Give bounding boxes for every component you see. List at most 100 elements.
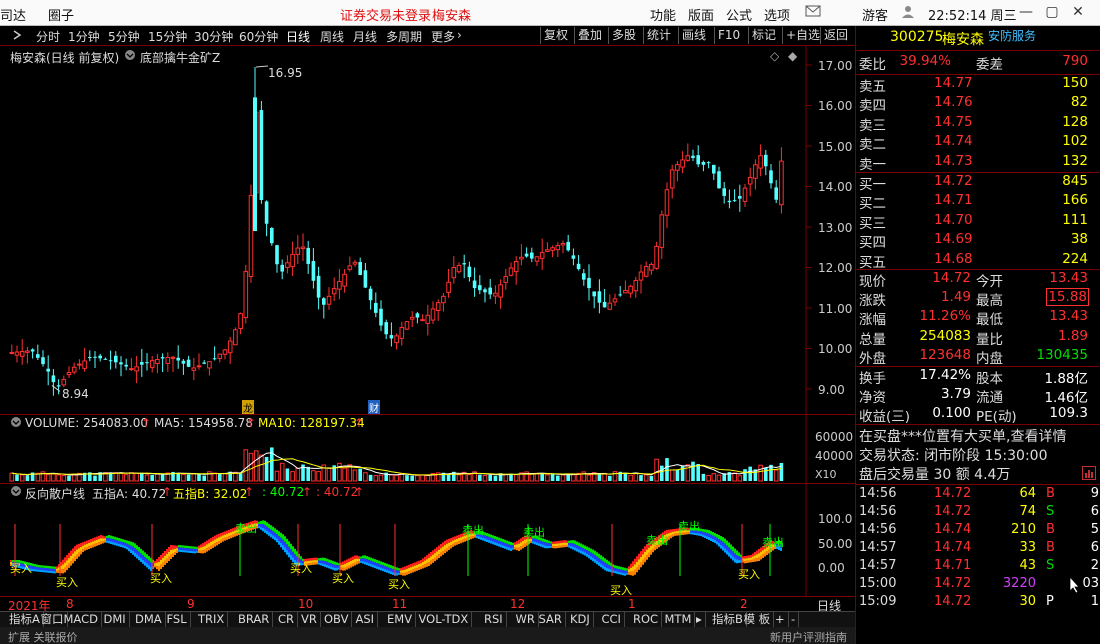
wave-band bbox=[606, 559, 608, 564]
indicator-tab[interactable]: FSL bbox=[164, 612, 191, 628]
minimize-button[interactable]: — bbox=[1014, 2, 1038, 22]
indicator-tab[interactable]: VR bbox=[298, 612, 321, 628]
user-icon[interactable] bbox=[901, 4, 915, 22]
menu-layout[interactable]: 版面 bbox=[688, 5, 714, 24]
indicator-tab[interactable]: + bbox=[772, 612, 789, 628]
volume-dropdown-icon[interactable] bbox=[10, 416, 22, 431]
ask-row[interactable]: 卖五 14.77 150 bbox=[856, 75, 1100, 95]
menu-options[interactable]: 选项 bbox=[764, 5, 790, 24]
wave-band bbox=[204, 541, 206, 546]
ask-row[interactable]: 卖一 14.73 132 bbox=[856, 153, 1100, 173]
period-more[interactable]: 更多 bbox=[431, 28, 455, 45]
menu-function[interactable]: 功能 bbox=[650, 5, 676, 24]
indicator-tab[interactable]: TRIX bbox=[195, 612, 229, 628]
finance-marker[interactable]: 财 bbox=[368, 400, 380, 415]
period-60min[interactable]: 60分钟 bbox=[239, 28, 278, 45]
bid-row[interactable]: 买四 14.69 38 bbox=[856, 231, 1100, 251]
big-order-notice[interactable]: 在买盘***位置有大买单,查看详情 bbox=[859, 426, 1066, 446]
back-button[interactable]: 返回 bbox=[820, 27, 851, 44]
login-notice[interactable]: 证券交易未登录 bbox=[340, 5, 431, 24]
adjust-button[interactable]: 复权 bbox=[540, 27, 571, 44]
bid-row[interactable]: 买五 14.68 224 bbox=[856, 251, 1100, 271]
period-15min[interactable]: 15分钟 bbox=[148, 28, 187, 45]
dragon-marker[interactable]: 龙 bbox=[242, 400, 254, 415]
x-tick: 1 bbox=[628, 597, 636, 611]
diamond-icon[interactable]: ◇ bbox=[770, 49, 779, 63]
candle bbox=[550, 247, 555, 251]
wave-band bbox=[630, 567, 632, 572]
period-multi[interactable]: 多周期 bbox=[386, 28, 422, 45]
indicator-tab[interactable]: ASI bbox=[353, 612, 379, 628]
indicator-tab[interactable]: MTM bbox=[662, 612, 696, 628]
settings-diamond-icon[interactable]: ◆ bbox=[788, 49, 797, 63]
indicator-tab[interactable]: SAR bbox=[536, 612, 566, 628]
restore-button[interactable]: ▢ bbox=[1040, 2, 1064, 22]
expand-icon[interactable] bbox=[12, 29, 22, 44]
indicator-tab[interactable]: MACD bbox=[61, 612, 102, 628]
indicator-tab[interactable]: - bbox=[788, 612, 800, 628]
period-weekly[interactable]: 周线 bbox=[320, 28, 344, 45]
wave-band bbox=[164, 555, 166, 561]
indicator-tab[interactable]: CR bbox=[275, 612, 299, 628]
indicator-dropdown-icon[interactable] bbox=[124, 49, 136, 64]
overlay-button[interactable]: 叠加 bbox=[574, 27, 605, 44]
indicator-tab[interactable]: OBV bbox=[321, 612, 353, 628]
user-label[interactable]: 游客 bbox=[862, 5, 888, 24]
mark-button[interactable]: 标记 bbox=[748, 27, 779, 44]
more-chevron-icon[interactable]: › bbox=[457, 28, 462, 42]
candle-chart-panel[interactable]: 梅安森(日线 前复权) 底部擒牛金矿Z ◇ ◆ 16.95 8.94 龙 财 1… bbox=[0, 46, 855, 415]
indicator-tab[interactable]: DMI bbox=[101, 612, 130, 628]
ask-row[interactable]: 卖四 14.76 82 bbox=[856, 94, 1100, 114]
industry-link[interactable]: 安防服务 bbox=[988, 27, 1036, 44]
wave-band bbox=[642, 554, 644, 560]
multi-stock-button[interactable]: 多股 bbox=[608, 27, 639, 44]
indicator-tab[interactable]: DMA bbox=[132, 612, 166, 628]
menu-formula[interactable]: 公式 bbox=[726, 5, 752, 24]
mail-icon[interactable] bbox=[805, 4, 821, 22]
bid-row[interactable]: 买三 14.70 111 bbox=[856, 212, 1100, 232]
indicator-tab[interactable]: KDJ bbox=[567, 612, 594, 628]
indicator-tab[interactable]: VOL-TDX bbox=[416, 612, 473, 628]
indicator-tab[interactable]: 模 板 bbox=[741, 612, 775, 628]
status-left[interactable]: 扩展 关联报价 bbox=[8, 629, 78, 644]
wave-band bbox=[36, 564, 38, 567]
wave-band bbox=[756, 550, 758, 555]
bid-row[interactable]: 买一 14.72 845 bbox=[856, 173, 1100, 193]
ask-row[interactable]: 卖三 14.75 128 bbox=[856, 114, 1100, 134]
indicator-tab[interactable]: RSI bbox=[481, 612, 507, 628]
status-right[interactable]: 新用户评测指南 bbox=[770, 629, 847, 644]
close-button[interactable]: ✕ bbox=[1066, 2, 1090, 22]
period-5min[interactable]: 5分钟 bbox=[108, 28, 140, 45]
ask-row[interactable]: 卖二 14.74 102 bbox=[856, 133, 1100, 153]
bid-row[interactable]: 买二 14.71 166 bbox=[856, 192, 1100, 212]
chart-icon[interactable] bbox=[1082, 466, 1096, 484]
add-watchlist-button[interactable]: +自选 bbox=[782, 27, 823, 44]
wave-band bbox=[572, 546, 574, 550]
period-daily[interactable]: 日线 bbox=[286, 28, 310, 45]
indicator-panel[interactable]: 反向散户线 五指A: 40.72 ↑ 五指B: 32.02 ↑ : 40.72 … bbox=[0, 484, 855, 597]
indicator-dropdown-icon[interactable] bbox=[10, 485, 22, 500]
y-tick: 15.00 bbox=[818, 140, 853, 154]
indicator-tab[interactable]: EMV bbox=[384, 612, 417, 628]
notice-row[interactable]: 在买盘***位置有大买单,查看详情 bbox=[856, 426, 1100, 445]
indicator-tab[interactable]: ROC bbox=[630, 612, 663, 628]
stat-value: 3.79 bbox=[940, 386, 971, 402]
indicator-tab[interactable]: CCI bbox=[599, 612, 625, 628]
f10-button[interactable]: F10 bbox=[714, 27, 743, 44]
y-tick: 16.00 bbox=[818, 99, 853, 113]
volume-panel[interactable]: VOLUME: 254083.00 ↑ MA5: 154958.78 ↑ MA1… bbox=[0, 415, 855, 483]
indicator-tab[interactable]: BRAR bbox=[235, 612, 274, 628]
period-30min[interactable]: 30分钟 bbox=[194, 28, 233, 45]
period-minute[interactable]: 分时 bbox=[36, 28, 60, 45]
wave-band bbox=[114, 536, 116, 540]
wave-band bbox=[706, 529, 708, 533]
indicator-name[interactable]: 底部擒牛金矿Z bbox=[140, 49, 220, 66]
period-monthly[interactable]: 月线 bbox=[353, 28, 377, 45]
draw-line-button[interactable]: 画线 bbox=[678, 27, 709, 44]
candlestick-chart[interactable] bbox=[0, 46, 855, 414]
stats-button[interactable]: 统计 bbox=[643, 27, 674, 44]
indicator-tab[interactable]: ▸ bbox=[693, 612, 706, 628]
wave-band bbox=[176, 548, 178, 551]
period-1min[interactable]: 1分钟 bbox=[68, 28, 100, 45]
menu-circle[interactable]: 圈子 bbox=[48, 5, 74, 24]
